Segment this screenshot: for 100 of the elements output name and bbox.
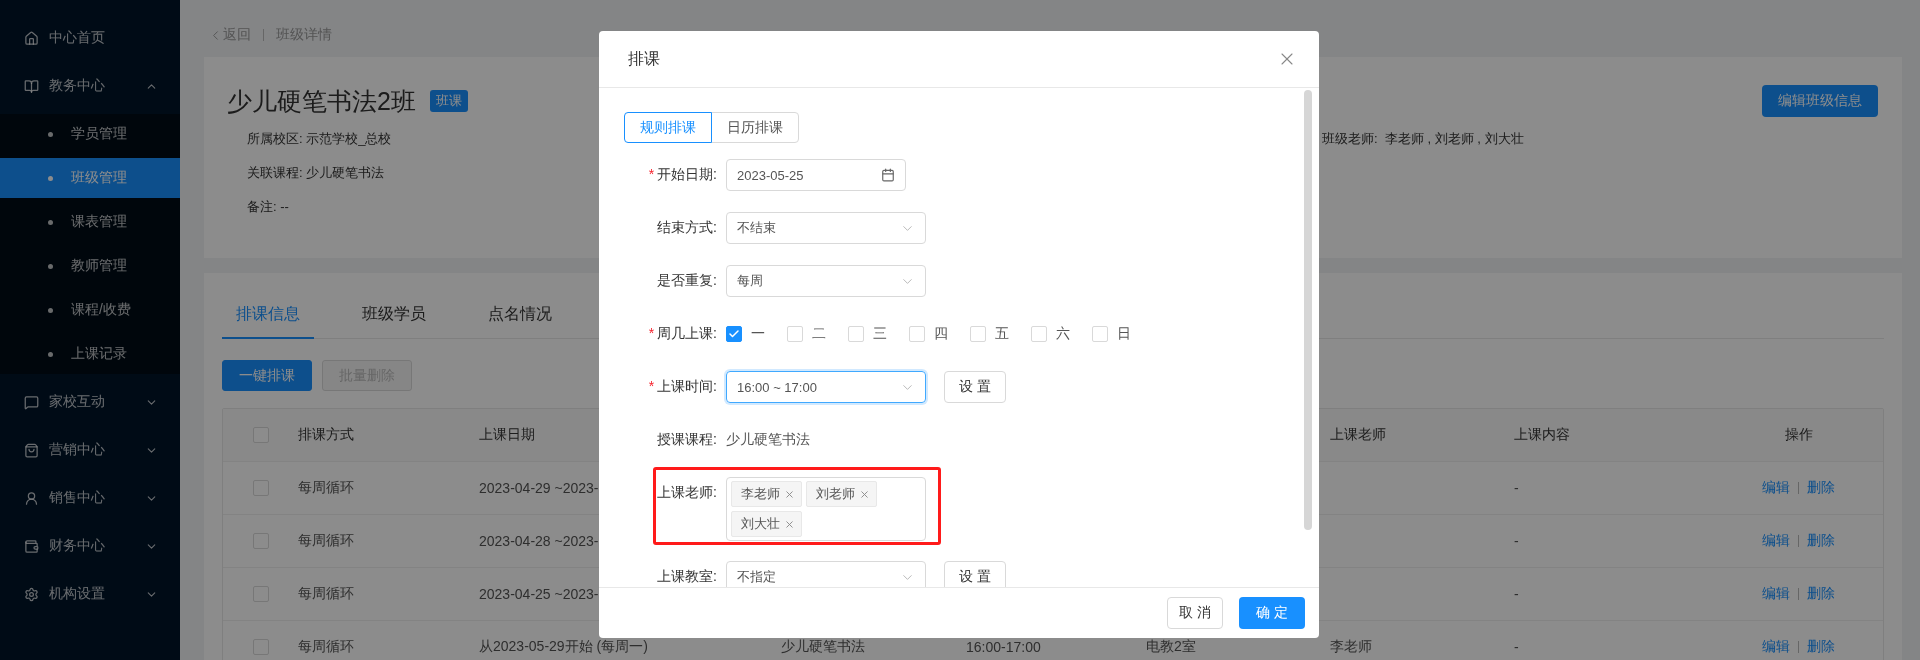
column-header: 上课内容 — [1514, 426, 1570, 444]
nav-subitem[interactable]: 学员管理 — [0, 114, 180, 154]
delete-link[interactable]: 删除 — [1807, 479, 1835, 497]
close-icon[interactable] — [784, 488, 795, 500]
field-label: 授课课程: — [656, 431, 718, 449]
tab[interactable]: 排课信息 — [222, 298, 314, 339]
nav-item[interactable]: 财务中心 — [0, 522, 180, 570]
column-header: 排课方式 — [298, 426, 354, 444]
book-icon — [24, 78, 39, 94]
select-field[interactable]: 不指定 — [726, 561, 926, 587]
bullet-icon — [48, 351, 53, 357]
calendar-icon — [881, 168, 895, 182]
table-cell: - — [1514, 639, 1519, 655]
mode-tab[interactable]: 规则排课 — [624, 112, 712, 143]
nav-item[interactable]: 销售中心 — [0, 474, 180, 522]
nav-subitem[interactable]: 教师管理 — [0, 246, 180, 286]
action-button[interactable]: 一键排课 — [222, 360, 312, 391]
close-icon[interactable] — [784, 518, 795, 530]
field-label: 是否重复: — [656, 272, 718, 290]
table-cell: 李老师 — [1330, 638, 1372, 656]
edit-link[interactable]: 编辑 — [1762, 585, 1790, 603]
bullet-icon — [48, 131, 53, 137]
chat-icon — [24, 394, 39, 410]
tab[interactable]: 点名情况 — [474, 298, 566, 339]
weekday-checkbox[interactable]: 四 — [909, 325, 948, 343]
weekday-checkbox[interactable]: 六 — [1031, 325, 1070, 343]
teacher-tag: 刘大壮 — [731, 511, 802, 537]
column-header: 上课日期 — [479, 426, 535, 444]
table-cell: 2023-04-29 ~2023- — [479, 480, 599, 496]
checkbox[interactable] — [726, 326, 742, 342]
bullet-icon — [48, 175, 53, 181]
table-cell: 从2023-05-29开始 (每周一) — [479, 638, 648, 656]
bullet-icon — [48, 263, 53, 269]
date-field[interactable]: 2023-05-25 — [726, 159, 906, 191]
teacher-tag: 李老师 — [731, 481, 802, 507]
nav-subitem[interactable]: 班级管理 — [0, 158, 180, 198]
nav-item[interactable]: 教务中心 — [0, 62, 180, 110]
table-cell: 少儿硬笔书法 — [781, 638, 865, 656]
class-type-tag: 班课 — [429, 90, 468, 112]
nav-item[interactable]: 中心首页 — [0, 14, 180, 62]
required-mark: * — [648, 378, 655, 394]
close-icon[interactable] — [859, 488, 870, 500]
delete-link[interactable]: 删除 — [1807, 532, 1835, 550]
edit-class-button[interactable]: 编辑班级信息 — [1762, 85, 1878, 117]
table-cell: 每周循环 — [298, 532, 354, 550]
table-cell: 2023-04-25 ~2023- — [479, 586, 599, 602]
field-label: * 周几上课: — [647, 325, 718, 343]
table-cell: 电教2室 — [1146, 638, 1196, 656]
home-icon — [24, 30, 39, 46]
weekday-checkbox[interactable]: 二 — [787, 325, 826, 343]
table-cell: 16:00-17:00 — [966, 639, 1041, 655]
settings-button[interactable]: 设 置 — [944, 371, 1006, 403]
delete-link[interactable]: 删除 — [1807, 638, 1835, 656]
weekday-checkbox[interactable]: 三 — [848, 325, 887, 343]
edit-link[interactable]: 编辑 — [1762, 638, 1790, 656]
select-field[interactable]: 16:00 ~ 17:00 — [726, 371, 926, 403]
delete-link[interactable]: 删除 — [1807, 585, 1835, 603]
nav-subitem[interactable]: 课程/收费 — [0, 290, 180, 330]
select-field[interactable]: 每周 — [726, 265, 926, 297]
tab[interactable]: 班级学员 — [348, 298, 440, 339]
dialog-title: 排课 — [628, 48, 660, 69]
field-label: * 上课时间: — [647, 378, 718, 396]
person-icon — [24, 490, 39, 506]
teachers-text: 班级老师: 李老师 , 刘老师 , 刘大壮 — [1322, 130, 1524, 148]
mode-tab[interactable]: 日历排课 — [711, 112, 799, 143]
table-cell: 每周循环 — [298, 479, 354, 497]
nav-item[interactable]: 家校互动 — [0, 378, 180, 426]
teacher-select-field[interactable]: 李老师 刘老师 刘大壮 — [726, 477, 926, 541]
nav-item[interactable]: 机构设置 — [0, 570, 180, 618]
confirm-button[interactable]: 确 定 — [1239, 597, 1305, 629]
bullet-icon — [48, 219, 53, 225]
weekday-checkbox[interactable]: 一 — [726, 325, 765, 343]
required-mark: * — [648, 325, 655, 341]
edit-link[interactable]: 编辑 — [1762, 479, 1790, 497]
edit-link[interactable]: 编辑 — [1762, 532, 1790, 550]
settings-button[interactable]: 设 置 — [944, 561, 1006, 587]
field-label: 上课教室: — [656, 568, 718, 586]
table-cell: 每周循环 — [298, 585, 354, 603]
table-cell: 2023-04-28 ~2023- — [479, 533, 599, 549]
table-cell: - — [1514, 586, 1519, 602]
scrollbar-thumb[interactable] — [1304, 90, 1312, 530]
class-title: 少儿硬笔书法2班 — [227, 85, 416, 117]
table-cell: 每周循环 — [298, 638, 354, 656]
column-header: 操作 — [1784, 426, 1813, 444]
select-field[interactable]: 不结束 — [726, 212, 926, 244]
table-cell: - — [1514, 533, 1519, 549]
weekday-checkbox[interactable]: 五 — [970, 325, 1009, 343]
settings-icon — [24, 586, 39, 602]
table-cell: - — [1514, 480, 1519, 496]
nav-subitem[interactable]: 上课记录 — [0, 334, 180, 374]
wallet-icon — [24, 538, 39, 554]
field-label: * 开始日期: — [647, 166, 718, 184]
weekday-checkbox[interactable]: 日 — [1092, 325, 1131, 343]
nav-subitem[interactable]: 课表管理 — [0, 202, 180, 242]
bag-icon — [24, 442, 39, 458]
check-icon — [728, 328, 740, 340]
cancel-button[interactable]: 取 消 — [1167, 597, 1223, 629]
column-header: 上课老师 — [1330, 426, 1386, 444]
nav-item[interactable]: 营销中心 — [0, 426, 180, 474]
field-label: 结束方式: — [656, 219, 718, 237]
